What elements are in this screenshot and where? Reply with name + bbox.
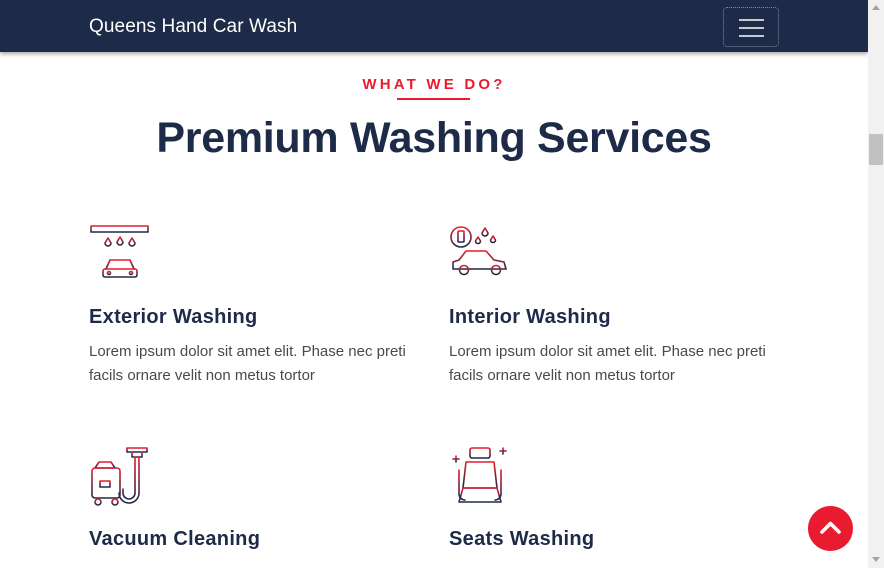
service-title: Vacuum Cleaning <box>89 528 261 550</box>
brand-logo-text[interactable]: Queens Hand Car Wash <box>89 15 297 39</box>
hamburger-menu-button[interactable] <box>723 7 779 47</box>
service-title: Exterior Washing <box>89 306 258 328</box>
vertical-scrollbar[interactable] <box>868 0 884 568</box>
scrollbar-thumb[interactable] <box>869 134 883 165</box>
car-foam-icon <box>450 226 510 283</box>
page-viewport: Queens Hand Car Wash WHAT WE DO? Premium… <box>0 0 868 568</box>
top-navbar: Queens Hand Car Wash <box>0 0 868 52</box>
section-subtitle: WHAT WE DO? <box>362 76 506 93</box>
car-wash-icon <box>90 225 150 284</box>
service-description: Lorem ipsum dolor sit amet elit. Phase n… <box>89 343 406 384</box>
car-seat-icon <box>452 447 507 503</box>
scroll-down-arrow-icon[interactable] <box>872 557 880 562</box>
service-title: Interior Washing <box>449 306 611 328</box>
hamburger-bar <box>739 27 764 29</box>
hamburger-bar <box>739 35 764 37</box>
vacuum-cleaner-icon <box>91 447 148 506</box>
subtitle-underline <box>397 98 470 100</box>
chevron-up-icon <box>820 521 841 534</box>
section-title: Premium Washing Services <box>156 114 712 162</box>
back-to-top-button[interactable] <box>808 506 853 551</box>
scroll-up-arrow-icon[interactable] <box>872 5 880 10</box>
service-title: Seats Washing <box>449 528 595 550</box>
service-description: Lorem ipsum dolor sit amet elit. Phase n… <box>449 343 766 384</box>
hamburger-menu-icon <box>739 19 764 21</box>
